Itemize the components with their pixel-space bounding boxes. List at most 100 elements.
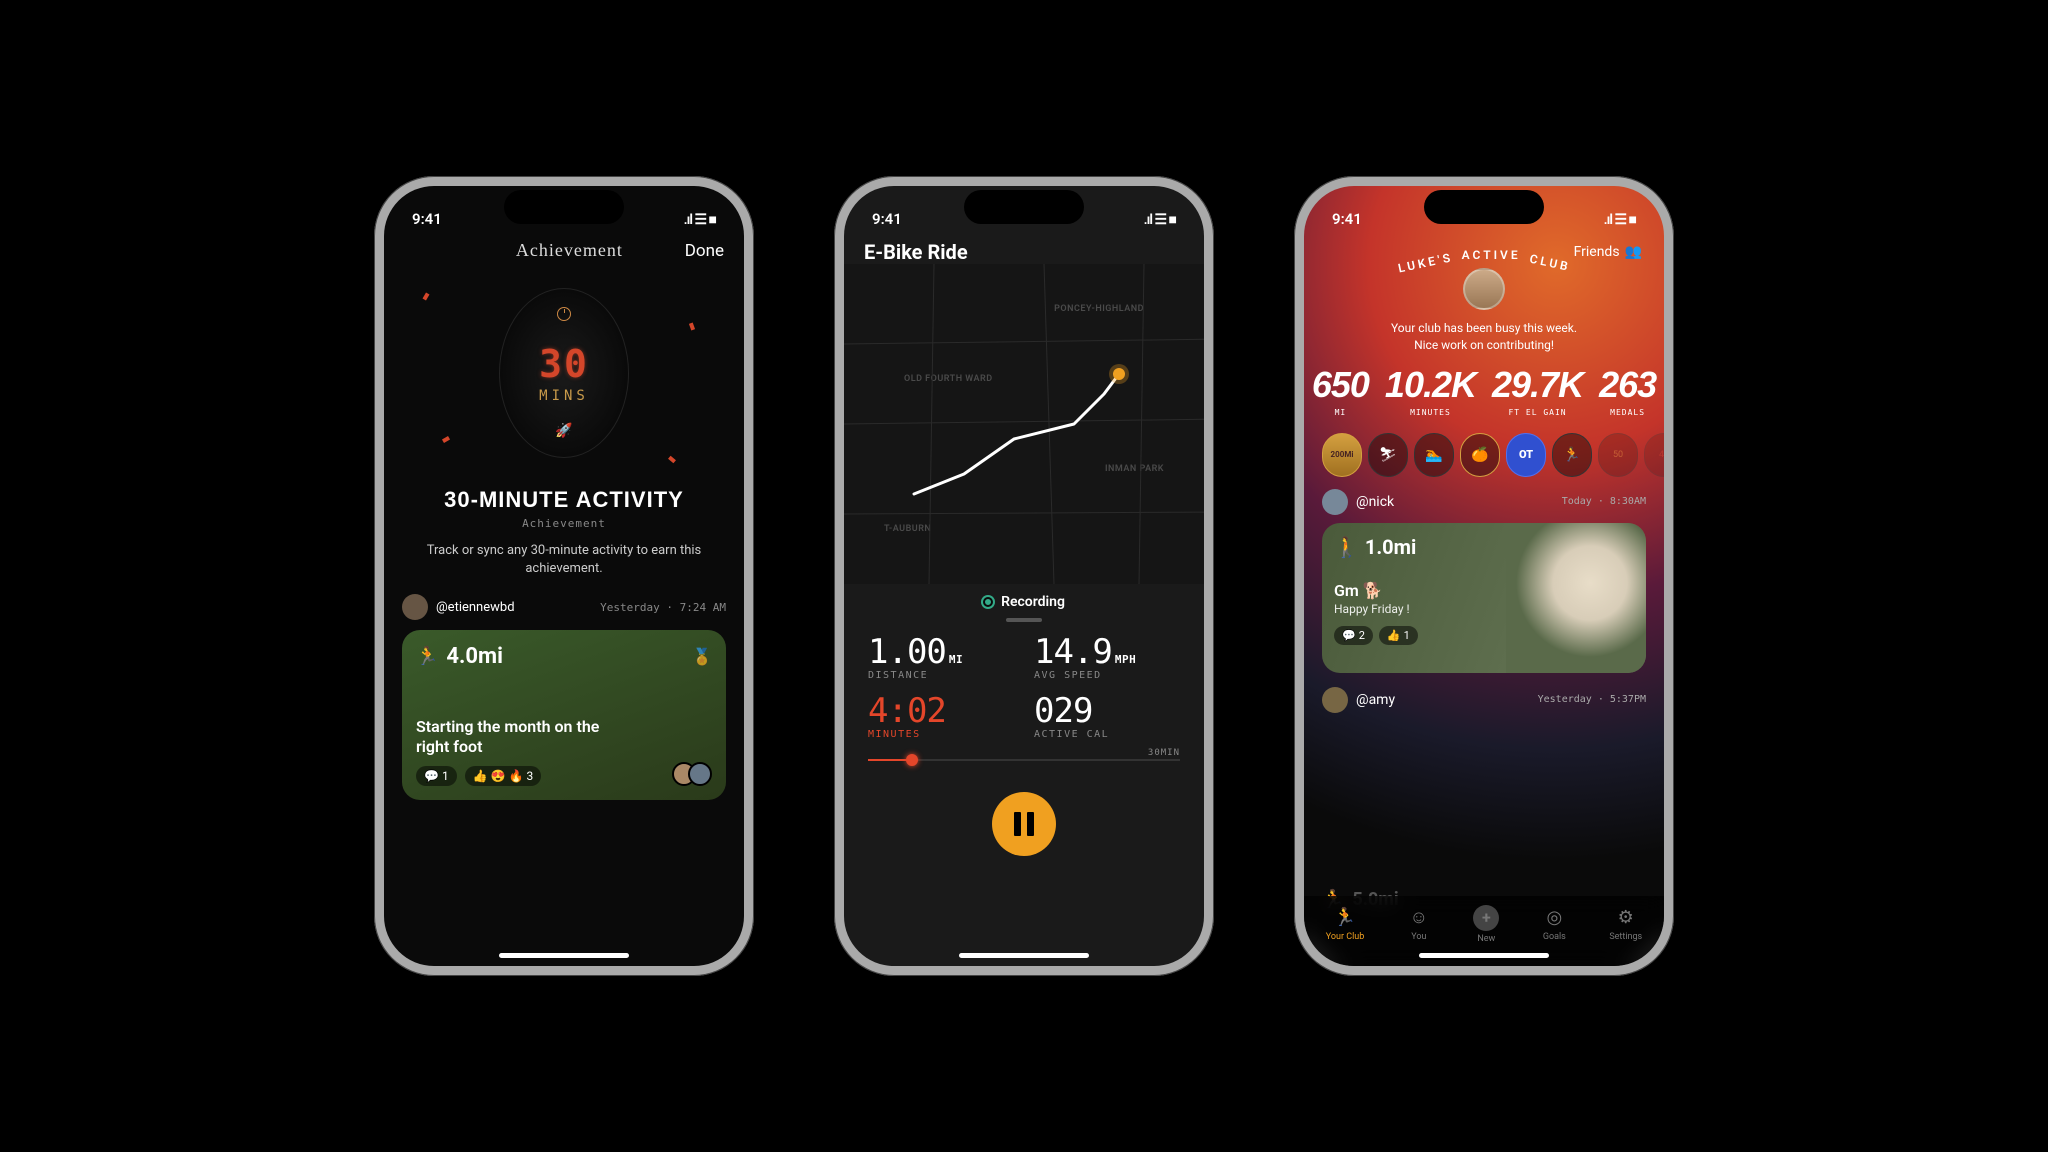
tab-label: New bbox=[1477, 934, 1495, 944]
achievement-title: 30-MINUTE ACTIVITY bbox=[384, 487, 744, 513]
tab-settings[interactable]: ⚙ Settings bbox=[1609, 907, 1642, 942]
stat-minutes: 10.2KMINUTES bbox=[1385, 364, 1476, 417]
stat-distance: 1.00MI DISTANCE bbox=[868, 632, 1014, 681]
speed-value: 14.9 bbox=[1034, 632, 1112, 672]
tab-goals[interactable]: ◎ Goals bbox=[1543, 907, 1566, 942]
achievement-badge: 30 MINS 🚀 bbox=[499, 288, 629, 458]
club-avatar[interactable] bbox=[1463, 268, 1505, 310]
notch bbox=[1424, 190, 1544, 224]
status-icons: .ıl ☰ ■ bbox=[684, 211, 716, 228]
feed-card[interactable]: 🚶 1.0mi Gm 🐕 Happy Friday ! 💬 2 👍 1 bbox=[1322, 523, 1646, 673]
stat-mi: 650MI bbox=[1312, 364, 1369, 417]
tab-label: Goals bbox=[1543, 932, 1566, 942]
reactions-pill[interactable]: 👍 😍 🔥 3 bbox=[465, 766, 542, 786]
status-time: 9:41 bbox=[1332, 210, 1362, 228]
status-icons: .ıl ☰ ■ bbox=[1604, 211, 1636, 228]
card-photo bbox=[1506, 523, 1646, 673]
badge-run[interactable]: 🏃 bbox=[1552, 433, 1592, 477]
distance-value: 4.0mi bbox=[446, 644, 503, 669]
phone-2-tracking: 9:41 .ıl ☰ ■ E-Bike Ride PONCEY-HIGHLAND… bbox=[834, 176, 1214, 976]
recording-label: Recording bbox=[1001, 594, 1065, 610]
avatar[interactable] bbox=[1322, 687, 1348, 713]
club-icon: 🏃 bbox=[1334, 907, 1356, 929]
user-handle: @etiennewbd bbox=[436, 600, 515, 615]
home-indicator[interactable] bbox=[1419, 953, 1549, 958]
walk-icon: 🚶 bbox=[1334, 535, 1359, 559]
comment-pill[interactable]: 💬 2 bbox=[1334, 626, 1373, 645]
speed-unit: MPH bbox=[1115, 653, 1136, 666]
tab-you[interactable]: ☺You bbox=[1408, 907, 1430, 942]
badges-row[interactable]: 200Mi ⛷ 🏊 🍊 OT 🏃 50 40 bbox=[1304, 419, 1664, 489]
badge-swim[interactable]: 🏊 bbox=[1414, 433, 1454, 477]
cal-label: ACTIVE CAL bbox=[1034, 729, 1180, 740]
stat-elevation: 29.7KFT EL GAIN bbox=[1492, 364, 1583, 417]
status-time: 9:41 bbox=[412, 210, 442, 228]
friends-button[interactable]: Friends 👥 bbox=[1574, 244, 1642, 260]
friends-icon: 👥 bbox=[1625, 244, 1642, 260]
plus-icon: + bbox=[1473, 905, 1499, 931]
badge-200mi[interactable]: 200Mi bbox=[1322, 433, 1362, 477]
card-subtitle: Happy Friday ! bbox=[1334, 602, 1634, 616]
stat-medals: 263MEDALS bbox=[1599, 364, 1656, 417]
sheet-handle[interactable] bbox=[1006, 618, 1042, 622]
stat-calories: 029 ACTIVE CAL bbox=[1034, 691, 1180, 740]
tab-new[interactable]: + New bbox=[1473, 905, 1499, 944]
cal-value: 029 bbox=[1034, 691, 1092, 731]
badge-ski[interactable]: ⛷ bbox=[1368, 433, 1408, 477]
goals-icon: ◎ bbox=[1543, 907, 1565, 929]
badge-ot[interactable]: OT bbox=[1506, 433, 1546, 477]
status-time: 9:41 bbox=[872, 210, 902, 228]
reactions-row: 💬 1 👍 😍 🔥 3 bbox=[416, 766, 712, 786]
comment-pill[interactable]: 💬 1 bbox=[416, 766, 457, 786]
phone-1-achievement: 9:41 .ıl ☰ ■ Achievement Done 30 MINS 🚀 … bbox=[374, 176, 754, 976]
feed-user-row[interactable]: @nick Today · 8:30AM bbox=[1322, 489, 1646, 515]
post-timestamp: Yesterday · 7:24 AM bbox=[600, 601, 726, 614]
post-time: Today · 8:30AM bbox=[1562, 496, 1646, 507]
notch bbox=[504, 190, 624, 224]
card-text: Starting the month on the right foot bbox=[416, 717, 606, 755]
feed[interactable]: @nick Today · 8:30AM 🚶 1.0mi Gm 🐕 Happy … bbox=[1304, 489, 1664, 713]
route-path bbox=[844, 264, 1204, 584]
badge-50[interactable]: 50 bbox=[1598, 433, 1638, 477]
tab-label: Your Club bbox=[1326, 932, 1365, 942]
feed-user-row[interactable]: @amy Yesterday · 5:37PM bbox=[1322, 687, 1646, 713]
like-pill[interactable]: 👍 1 bbox=[1379, 626, 1418, 645]
avatar[interactable] bbox=[1322, 489, 1348, 515]
tab-label: Settings bbox=[1609, 932, 1642, 942]
avatar[interactable] bbox=[402, 594, 428, 620]
stat-avg-speed: 14.9MPH AVG SPEED bbox=[1034, 632, 1180, 681]
done-button[interactable]: Done bbox=[685, 241, 724, 261]
friends-label: Friends bbox=[1574, 244, 1620, 260]
recording-dot-icon bbox=[983, 597, 993, 607]
comment-count: 1 bbox=[442, 769, 449, 783]
participant-avatars[interactable] bbox=[680, 762, 712, 786]
achievement-subtitle: Achievement bbox=[384, 517, 744, 530]
phone3-screen: 9:41 .ıl ☰ ■ Friends 👥 LUKE'S ACTIVE CLU… bbox=[1304, 186, 1664, 966]
user-handle: @amy bbox=[1356, 692, 1395, 708]
home-indicator[interactable] bbox=[959, 953, 1089, 958]
achievement-description: Track or sync any 30-minute activity to … bbox=[384, 530, 744, 594]
map-view[interactable]: PONCEY-HIGHLAND OLD FOURTH WARD INMAN PA… bbox=[844, 264, 1204, 584]
progress-slider[interactable]: 30MIN bbox=[868, 752, 1180, 768]
slider-knob[interactable] bbox=[906, 754, 918, 766]
pause-button[interactable] bbox=[992, 792, 1056, 856]
club-stats-row: 650MI 10.2KMINUTES 29.7KFT EL GAIN 263ME… bbox=[1304, 364, 1664, 417]
user-row[interactable]: @etiennewbd Yesterday · 7:24 AM bbox=[384, 594, 744, 630]
badge-40[interactable]: 40 bbox=[1644, 433, 1664, 477]
badge-area: 30 MINS 🚀 bbox=[384, 273, 744, 473]
stats-grid: 1.00MI DISTANCE 14.9MPH AVG SPEED 4:02 M… bbox=[844, 632, 1204, 740]
tab-your-club[interactable]: 🏃 Your Club bbox=[1326, 907, 1365, 942]
settings-icon: ⚙ bbox=[1615, 907, 1637, 929]
recording-indicator: Recording bbox=[844, 584, 1204, 614]
phone2-screen: 9:41 .ıl ☰ ■ E-Bike Ride PONCEY-HIGHLAND… bbox=[844, 186, 1204, 966]
club-message: Your club has been busy this week. Nice … bbox=[1324, 320, 1644, 354]
header-title: Achievement bbox=[454, 240, 685, 261]
home-indicator[interactable] bbox=[499, 953, 629, 958]
minutes-value: 4:02 bbox=[868, 691, 946, 731]
post-time: Yesterday · 5:37PM bbox=[1538, 694, 1646, 705]
activity-card[interactable]: 🏃 4.0mi 🏅 Starting the month on the righ… bbox=[402, 630, 726, 800]
achievement-header: Achievement Done bbox=[384, 236, 744, 273]
rocket-icon: 🚀 bbox=[555, 423, 572, 439]
you-icon: ☺ bbox=[1408, 907, 1430, 929]
badge-orange[interactable]: 🍊 bbox=[1460, 433, 1500, 477]
